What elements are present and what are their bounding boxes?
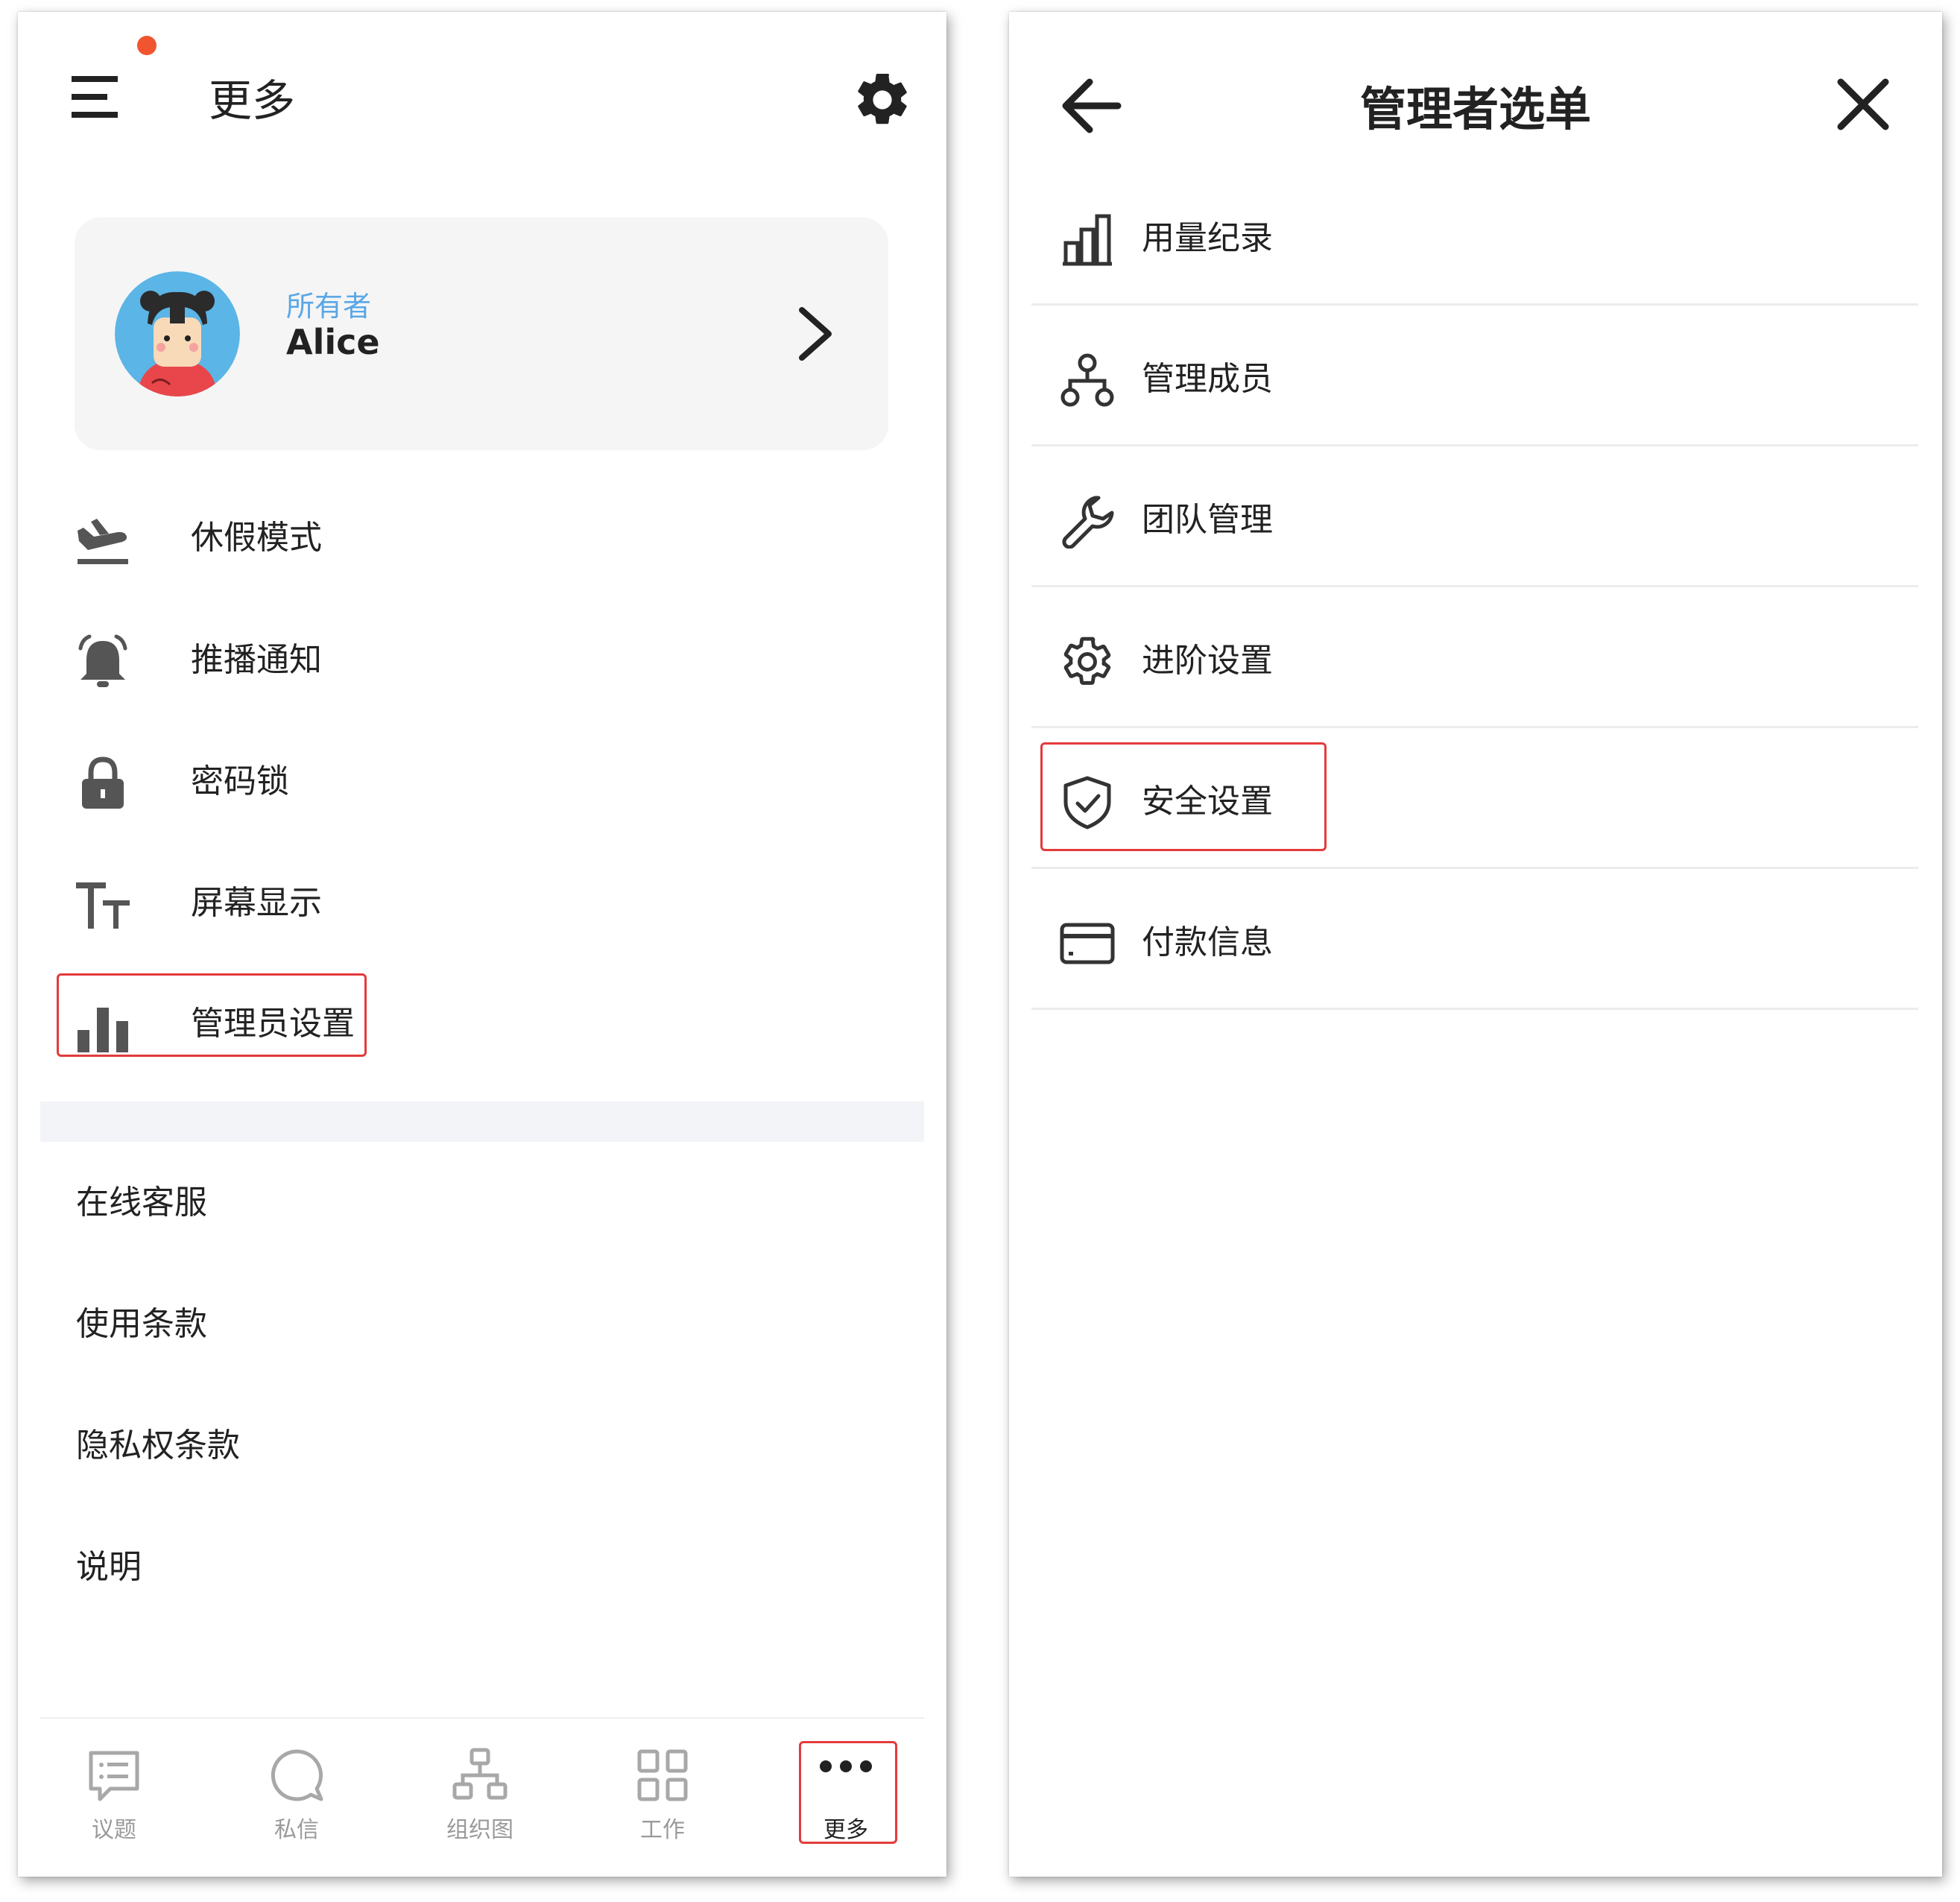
vacation-plane-icon (78, 519, 128, 564)
grid-icon (637, 1749, 688, 1801)
avatar (115, 271, 240, 396)
menu-item-passcode-lock[interactable]: 密码锁 (60, 740, 879, 822)
settings-gear-icon[interactable] (851, 69, 914, 131)
link-terms-of-use[interactable]: 使用条款 (76, 1302, 207, 1347)
chat-bubble-icon (271, 1749, 323, 1801)
tab-org-chart[interactable]: 组织图 (424, 1734, 536, 1845)
page-title: 管理者选单 (1359, 82, 1591, 136)
menu-item-label: 休假模式 (191, 519, 322, 557)
profile-card[interactable]: 所有者 Alice (75, 218, 888, 450)
tab-bar-divider (40, 1717, 924, 1719)
text-size-icon (76, 882, 130, 929)
tab-label: 工作 (640, 1817, 685, 1843)
tab-label: 议题 (92, 1817, 136, 1843)
menu-item-label: 屏幕显示 (191, 884, 322, 922)
admin-item-team-management[interactable]: 团队管理 (1031, 449, 1918, 587)
page-title: 更多 (209, 75, 296, 126)
member-tree-icon (1060, 353, 1114, 407)
link-help[interactable]: 说明 (76, 1545, 142, 1590)
user-name: Alice (286, 322, 380, 362)
wrench-icon (1062, 496, 1114, 549)
divider (1031, 867, 1918, 869)
admin-item-payment-info[interactable]: 付款信息 (1031, 871, 1918, 1010)
admin-item-label: 进阶设置 (1142, 642, 1273, 680)
menu-item-vacation-mode[interactable]: 休假模式 (60, 496, 879, 578)
link-online-support[interactable]: 在线客服 (76, 1181, 207, 1225)
divider (1031, 444, 1918, 446)
admin-item-label: 团队管理 (1142, 501, 1273, 539)
admin-item-label: 付款信息 (1142, 923, 1273, 961)
divider (1031, 726, 1918, 728)
divider (1031, 303, 1918, 306)
usage-chart-icon (1063, 214, 1112, 266)
close-icon[interactable] (1835, 76, 1891, 133)
notification-dot (137, 36, 157, 55)
menu-item-push-notification[interactable]: 推播通知 (60, 619, 879, 701)
menu-item-label: 密码锁 (191, 762, 289, 800)
admin-item-advanced-settings[interactable]: 进阶设置 (1031, 590, 1918, 728)
tab-work[interactable]: 工作 (607, 1734, 718, 1845)
divider (1031, 1008, 1918, 1010)
admin-item-usage-records[interactable]: 用量纪录 (1031, 167, 1918, 306)
tab-topics[interactable]: 议题 (58, 1734, 170, 1845)
more-tab-highlight (799, 1741, 897, 1844)
section-divider (40, 1102, 924, 1142)
role-label: 所有者 (286, 290, 372, 323)
tab-label: 私信 (274, 1817, 319, 1843)
admin-item-label: 用量纪录 (1142, 219, 1273, 257)
org-chart-icon (452, 1748, 508, 1800)
admin-item-label: 管理成员 (1142, 360, 1273, 398)
credit-card-icon (1060, 923, 1115, 964)
gear-icon (1063, 636, 1111, 685)
topic-icon (89, 1751, 139, 1801)
bell-icon (78, 634, 127, 687)
tab-label: 组织图 (446, 1817, 513, 1843)
divider (1031, 585, 1918, 587)
menu-icon[interactable] (72, 75, 125, 119)
link-privacy-policy[interactable]: 隐私权条款 (76, 1424, 240, 1468)
menu-item-label: 推播通知 (191, 641, 322, 679)
lock-icon (82, 756, 124, 809)
admin-settings-highlight (57, 973, 367, 1057)
chevron-right-icon (799, 307, 832, 361)
tab-messages[interactable]: 私信 (241, 1734, 353, 1845)
menu-item-display[interactable]: 屏幕显示 (60, 862, 879, 944)
admin-item-manage-members[interactable]: 管理成员 (1031, 308, 1918, 446)
security-settings-highlight (1040, 742, 1327, 851)
more-screen: 更多 所有者 Alice 休假模式 推播通知 密码锁 屏幕显示 管理员设置 在线… (18, 12, 946, 1877)
admin-menu-screen: 管理者选单 用量纪录 管理成员 团队管理 进阶设置 安全设置 付款信息 (1009, 12, 1942, 1877)
